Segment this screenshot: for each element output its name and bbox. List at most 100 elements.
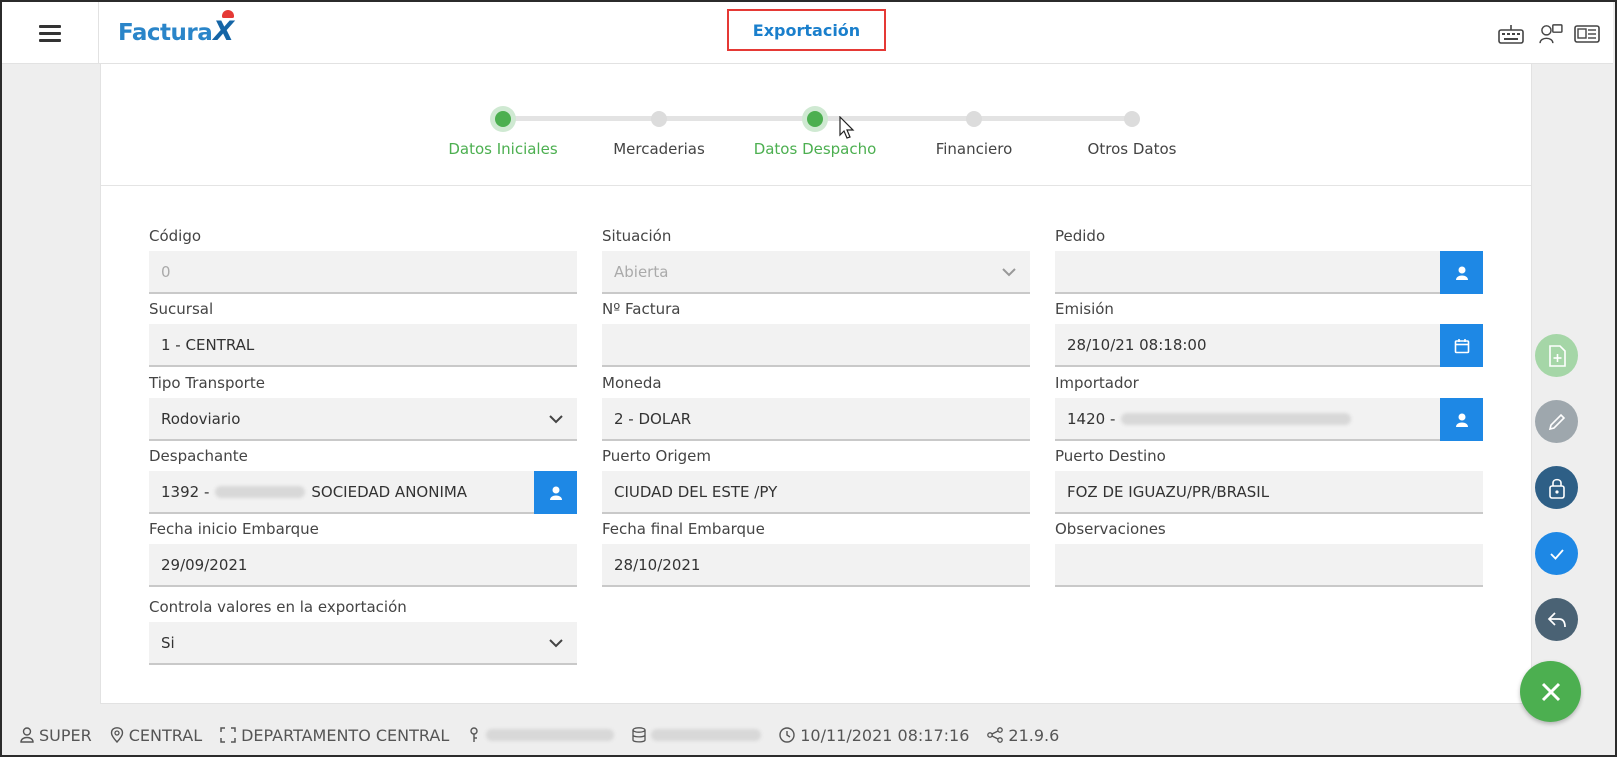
emision-input[interactable]: 28/10/21 08:18:00 [1055,324,1483,367]
fecha-inicio-field: Fecha inicio Embarque 29/09/2021 [149,520,577,587]
observaciones-label: Observaciones [1055,520,1166,538]
importador-input[interactable]: 1420 - [1055,398,1483,441]
situacion-value: Abierta [614,262,669,281]
fecha-final-value: 28/10/2021 [614,555,701,574]
sucursal-input[interactable]: 1 - CENTRAL [149,324,577,367]
observaciones-field: Observaciones [1055,520,1483,587]
status-location: CENTRAL [110,726,202,745]
step-indicator [802,106,828,132]
factura-label: Nº Factura [602,300,681,318]
fecha-final-field: Fecha final Embarque 28/10/2021 [602,520,1030,587]
fecha-inicio-label: Fecha inicio Embarque [149,520,319,538]
step-financiero[interactable]: Financiero [894,106,1054,158]
user-icon [549,486,562,500]
pedido-input[interactable] [1055,251,1483,294]
chevron-down-icon [549,415,563,424]
observaciones-input[interactable] [1055,544,1483,587]
fecha-final-input[interactable]: 28/10/2021 [602,544,1030,587]
status-version: 21.9.6 [987,726,1059,745]
puerto-destino-field: Puerto Destino FOZ DE IGUAZU/PR/BRASIL [1055,447,1483,514]
despachante-value-suffix: SOCIEDAD ANONIMA [311,482,468,501]
add-document-icon [1548,344,1566,367]
tipo-transporte-label: Tipo Transporte [149,374,265,392]
calendar-icon [1454,338,1469,353]
chevron-down-icon [549,639,563,648]
lock-button[interactable] [1535,466,1578,509]
edit-button[interactable] [1535,400,1578,443]
step-indicator [961,106,987,132]
controla-label: Controla valores en la exportación [149,598,407,616]
step-mercaderias[interactable]: Mercaderias [579,106,739,158]
situacion-label: Situación [602,227,672,245]
emision-calendar-button[interactable] [1440,324,1483,367]
pedido-field: Pedido [1055,227,1483,294]
step-otros-datos[interactable]: Otros Datos [1052,106,1212,158]
chevron-down-icon [1002,268,1016,277]
step-indicator [1119,106,1145,132]
status-user: SUPER [20,726,92,745]
codigo-input[interactable]: 0 [149,251,577,294]
page-title: Exportación [727,9,886,51]
logo-text: Factura [118,20,213,46]
user-icon [1455,266,1468,280]
puerto-destino-value: FOZ DE IGUAZU/PR/BRASIL [1067,482,1270,501]
redacted-text [651,729,762,741]
back-button[interactable] [1535,598,1578,641]
step-datos-iniciales[interactable]: Datos Iniciales [423,106,583,158]
factura-input[interactable] [602,324,1030,367]
frame-corners-icon [220,727,236,743]
edit-pencil-icon [1548,413,1565,430]
sucursal-field: Sucursal 1 - CENTRAL [149,300,577,367]
fecha-final-label: Fecha final Embarque [602,520,765,538]
add-document-button[interactable] [1535,334,1578,377]
tipo-transporte-field: Tipo Transporte Rodoviario [149,374,577,441]
situacion-field: Situación Abierta [602,227,1030,294]
moneda-input[interactable]: 2 - DOLAR [602,398,1030,441]
tipo-transporte-select[interactable]: Rodoviario [149,398,577,441]
despachante-label: Despachante [149,447,248,465]
santa-hat-icon [222,10,234,18]
close-button[interactable] [1520,661,1581,722]
mouse-cursor-icon [839,116,855,139]
step-datos-despacho[interactable]: Datos Despacho [735,106,895,158]
controla-select[interactable]: Si [149,622,577,665]
moneda-label: Moneda [602,374,662,392]
user-chat-icon[interactable] [1538,24,1564,44]
pedido-search-button[interactable] [1440,251,1483,294]
status-company [467,727,615,743]
status-user-text: SUPER [39,725,92,745]
status-datetime-text: 10/11/2021 08:17:16 [800,725,970,745]
main-card: Datos Iniciales Mercaderias Datos Despac… [100,64,1532,704]
importador-value: 1420 - [1067,409,1116,428]
key-icon [470,727,478,742]
id-card-icon[interactable] [1574,24,1600,44]
status-database [632,727,762,743]
sucursal-value: 1 - CENTRAL [161,335,255,354]
user-outline-icon [20,727,34,743]
status-version-text: 21.9.6 [1008,725,1060,745]
situacion-select[interactable]: Abierta [602,251,1030,294]
despachante-input[interactable]: 1392 - SOCIEDAD ANONIMA [149,471,577,514]
redacted-text [215,485,306,498]
map-pin-icon [110,727,123,743]
tipo-transporte-value: Rodoviario [161,409,241,428]
step-label: Datos Iniciales [448,140,558,158]
share-nodes-icon [987,727,1004,743]
despachante-field: Despachante 1392 - SOCIEDAD ANONIMA [149,447,577,514]
puerto-origem-input[interactable]: CIUDAD DEL ESTE /PY [602,471,1030,514]
emision-label: Emisión [1055,300,1114,318]
emision-field: Emisión 28/10/21 08:18:00 [1055,300,1483,367]
importador-label: Importador [1055,374,1139,392]
redacted-text [1121,412,1352,425]
puerto-destino-input[interactable]: FOZ DE IGUAZU/PR/BRASIL [1055,471,1483,514]
fecha-inicio-input[interactable]: 29/09/2021 [149,544,577,587]
despachante-search-button[interactable] [534,471,577,514]
importador-field: Importador 1420 - [1055,374,1483,441]
step-indicator [646,106,672,132]
hamburger-menu-button[interactable] [2,2,99,64]
despachante-value-prefix: 1392 - [161,482,210,501]
confirm-button[interactable] [1535,532,1578,575]
lock-icon [1548,478,1565,499]
keyboard-icon[interactable] [1498,24,1524,44]
importador-search-button[interactable] [1440,398,1483,441]
